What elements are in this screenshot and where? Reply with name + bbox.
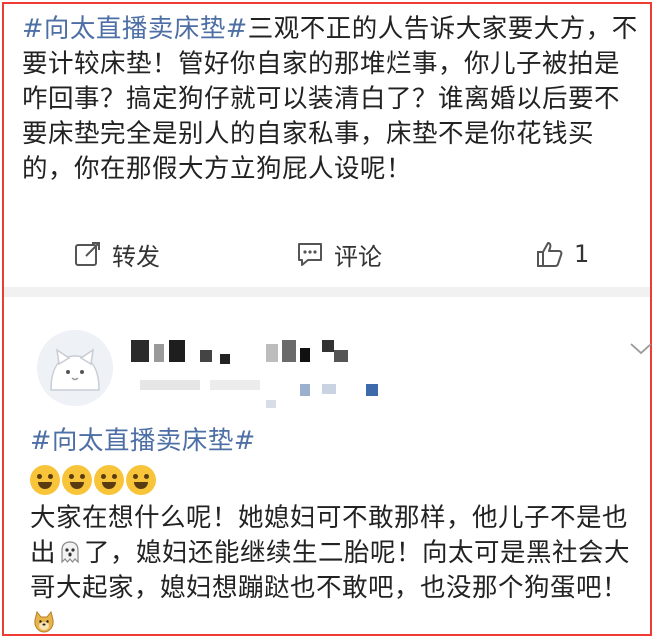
laugh-cry-emoji-icon (126, 465, 156, 495)
comment-icon (298, 243, 322, 266)
repost-label: 转发 (112, 242, 160, 271)
doge-emoji-icon (34, 610, 54, 633)
repost-button[interactable]: 转发 (74, 234, 160, 274)
comment-label: 评论 (334, 242, 382, 271)
laugh-cry-emoji-icon (94, 465, 124, 495)
screenshot-frame: #向太直播卖床垫#三观不正的人告诉大家要大方，不要计较床垫！管好你自家的那堆烂事… (2, 2, 652, 636)
reply-body: #向太直播卖床垫# 大家在想什么呢！她媳妇可不敢那样，他儿子不是也出 了，媳妇还能… (30, 424, 642, 641)
laugh-cry-emoji-row (30, 461, 642, 499)
laugh-cry-emoji-icon (30, 465, 60, 495)
post-body: #向太直播卖床垫#三观不正的人告诉大家要大方，不要计较床垫！管好你自家的那堆烂事… (22, 12, 642, 187)
chevron-down-icon[interactable] (629, 342, 653, 356)
avatar[interactable] (37, 330, 113, 406)
thumbs-up-icon (537, 242, 563, 267)
reply-text: 大家在想什么呢！她媳妇可不敢那样，他儿子不是也出 了，媳妇还能继续生二胎呢！向太可… (30, 501, 642, 641)
comment-button[interactable]: 评论 (296, 234, 382, 274)
share-icon (75, 242, 100, 266)
reply-hashtag-link[interactable]: #向太直播卖床垫# (30, 424, 642, 459)
cat-avatar-icon (37, 330, 113, 406)
ghost-emoji-icon (61, 541, 79, 564)
post-hashtag-link[interactable]: #向太直播卖床垫# (22, 14, 248, 44)
section-divider (4, 287, 650, 297)
post-action-bar: 转发 评论 1 (4, 234, 650, 274)
laugh-cry-emoji-icon (62, 465, 92, 495)
like-count: 1 (574, 240, 590, 268)
like-button[interactable]: 1 (536, 234, 589, 274)
